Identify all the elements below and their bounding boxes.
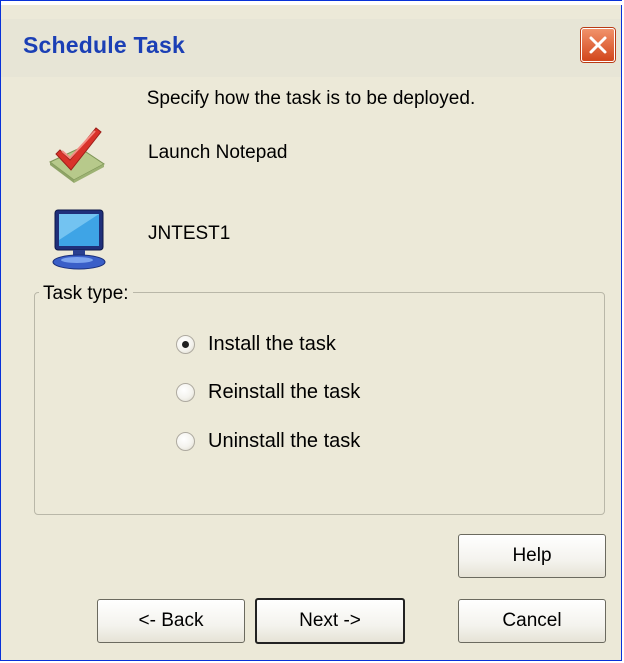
next-button[interactable]: Next -> [255, 598, 405, 644]
radio-label: Reinstall the task [208, 380, 361, 403]
task-type-legend: Task type: [39, 283, 133, 305]
radio-button-checked[interactable] [176, 334, 195, 354]
computer-name: JNTEST1 [148, 223, 231, 244]
help-button[interactable]: Help [458, 534, 606, 578]
schedule-task-dialog: Schedule Task Specify how the task is to… [0, 0, 623, 661]
checkmark-task-icon [46, 124, 108, 191]
dialog-title: Schedule Task [23, 32, 185, 58]
radio-button[interactable] [176, 431, 195, 451]
cancel-button[interactable]: Cancel [458, 599, 606, 643]
window-top-edge [1, 1, 623, 5]
computer-monitor-icon [47, 206, 109, 277]
radio-install-task[interactable]: Install the task [176, 331, 336, 357]
radio-label: Install the task [208, 332, 336, 355]
task-name: Launch Notepad [148, 142, 288, 163]
instruction-text: Specify how the task is to be deployed. [146, 88, 476, 109]
radio-button[interactable] [176, 382, 195, 402]
close-icon [589, 36, 607, 54]
radio-label: Uninstall the task [208, 429, 361, 452]
close-button[interactable] [581, 28, 615, 62]
radio-reinstall-task[interactable]: Reinstall the task [176, 379, 360, 405]
title-bar[interactable]: Schedule Task [1, 19, 621, 77]
radio-uninstall-task[interactable]: Uninstall the task [176, 428, 360, 454]
back-button[interactable]: <- Back [97, 599, 245, 643]
